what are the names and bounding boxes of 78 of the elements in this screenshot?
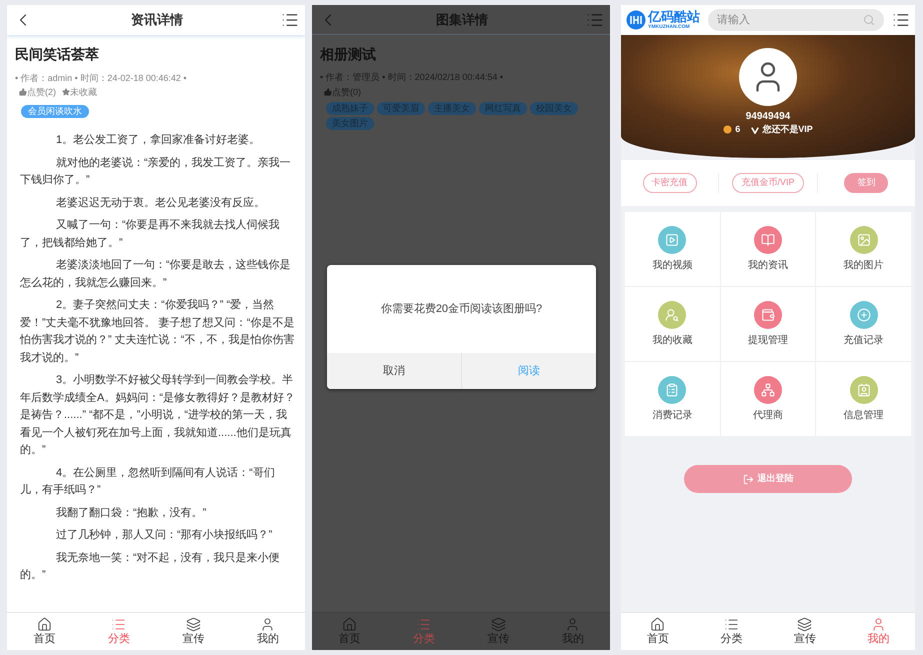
dialog-message: 你需要花费20金币阅读该图册吗?: [380, 302, 544, 317]
logo-icon: [626, 10, 646, 30]
dialog-button[interactable]: 阅读: [462, 353, 596, 389]
play-icon: [665, 233, 680, 247]
home-icon: [342, 617, 357, 632]
article-paragraph: 3。小明数学不好被父母转学到一间教会学校。半年后数学成绩全A。妈妈问：“是修女教得好？是教材好？是祷告？......” “都不是，”小明说，“进学校的第一天，我看见一个人被钉死在加号上面，我就知道......他们是玩真的。”: [20, 373, 295, 458]
search-icon: [863, 14, 875, 26]
thumbs-up-icon: [324, 88, 332, 96]
vip-icon: [751, 126, 760, 134]
article-paragraph: 4。在公厕里，忽然听到隔间有人说话：“哥们儿，有手纸吗？”: [20, 466, 276, 498]
article-paragraph: 我翻了翻口袋：“抱歉，没有。”: [55, 506, 208, 520]
user-icon: [870, 617, 886, 632]
clipboard-icon: [665, 383, 680, 397]
dialog-button[interactable]: 取消: [327, 353, 461, 389]
menu-item[interactable]: 我的图片: [816, 212, 911, 286]
nav-tab[interactable]: 首页: [621, 613, 694, 650]
home-icon: [36, 617, 52, 632]
article-paragraph: 就对他的老婆说：“亲爱的，我发工资了。亲我一下钱归你了。”: [20, 156, 292, 188]
article-paragraph: 过了几秒钟，那人又问：“那有小块报纸吗？”: [55, 528, 274, 543]
article-paragraph: 我无奈地一笑：“对不起，没有，我只是来小便的。”: [20, 550, 281, 583]
nav-tab[interactable]: 分类: [82, 613, 156, 650]
action-button[interactable]: 签到: [844, 173, 888, 193]
nav-tab[interactable]: 分类: [694, 613, 768, 650]
menu-item[interactable]: 代理商: [720, 362, 816, 436]
menu-item[interactable]: 我的视频: [625, 212, 720, 286]
nav-tab[interactable]: 我的: [230, 613, 305, 650]
layers-icon: [490, 617, 506, 632]
logout-icon: [742, 474, 754, 484]
article-meta: • 作者：admin • 时间：24-02-18 00:46:42 •: [15, 72, 188, 84]
article-paragraph: 又喊了一句：“你要是再不来我就去找人伺候我了，把钱都给她了。”: [20, 218, 281, 250]
plus-circle-icon: [856, 308, 871, 322]
action-button[interactable]: 充值金币/VIP: [732, 173, 804, 193]
image-icon: [856, 233, 871, 247]
article-paragraph: 1。老公发工资了，拿回家准备讨好老婆。: [55, 132, 262, 148]
menu-item[interactable]: 充值记录: [816, 287, 911, 361]
nav-tab[interactable]: 宣传: [768, 613, 842, 650]
contact-card-icon: [856, 383, 871, 397]
menu-item[interactable]: 我的收藏: [625, 287, 720, 361]
nav-tab[interactable]: 分类: [386, 613, 461, 650]
logout-button[interactable]: 退出登陆: [684, 465, 852, 493]
favorite-status[interactable]: 未收藏: [70, 86, 97, 98]
user-icon: [565, 617, 580, 632]
like-count[interactable]: 点赞(2): [27, 86, 56, 98]
nav-tab[interactable]: 首页: [7, 613, 82, 650]
layers-icon: [797, 617, 812, 632]
article-paragraph: 老婆淡淡地回了一句：“你要是敢去，这些钱你是怎么花的，我就怎么赚回来。”: [20, 258, 292, 290]
menu-button[interactable]: [892, 11, 910, 29]
user-icon: [665, 308, 680, 322]
category-tag[interactable]: 会员闲谈吹水: [21, 105, 89, 118]
menu-icon: [892, 11, 910, 29]
hierarchy-icon: [760, 383, 775, 397]
menu-item[interactable]: 提现管理: [720, 287, 816, 361]
menu-item[interactable]: 信息管理: [816, 362, 911, 436]
article-title: 民间笑话荟萃: [15, 45, 100, 63]
wallet-icon: [760, 308, 775, 322]
album-title: 相册测试: [320, 45, 377, 63]
menu-item[interactable]: 我的资讯: [720, 212, 816, 286]
action-button[interactable]: 卡密充值: [642, 173, 697, 193]
coin-count: 6: [735, 123, 740, 136]
layers-icon: [186, 617, 201, 632]
page-title: 资讯详情: [130, 11, 184, 30]
user-icon: [260, 617, 276, 632]
book-icon: [760, 233, 775, 247]
vip-status: 您还不是VIP: [762, 123, 813, 136]
nav-tab[interactable]: 我的: [842, 613, 915, 650]
home-icon: [650, 617, 666, 632]
article-paragraph: 2。妻子突然问丈夫：“你爱我吗？” “爱，当然爱！”丈夫毫不犹豫地回答。 妻子想了想又问：“你是不是怕伤害我才说的？” 丈夫连忙说：“不，不，我是怕你伤害我才说的。”: [20, 298, 295, 366]
logo-name: 亿码酷站: [648, 10, 700, 24]
menu-icon: [281, 11, 299, 29]
coin-icon: [723, 125, 732, 134]
username: 94949494: [746, 110, 790, 123]
menu-button[interactable]: [281, 11, 299, 29]
star-icon: [62, 88, 70, 96]
nav-tab[interactable]: 宣传: [156, 613, 230, 650]
menu-item[interactable]: 消费记录: [625, 362, 720, 436]
thumbs-up-icon: [19, 88, 27, 96]
search-field[interactable]: 请输入: [708, 9, 884, 31]
article-paragraph: 老婆迟迟无动于衷。老公见老婆没有反应。: [55, 196, 266, 210]
